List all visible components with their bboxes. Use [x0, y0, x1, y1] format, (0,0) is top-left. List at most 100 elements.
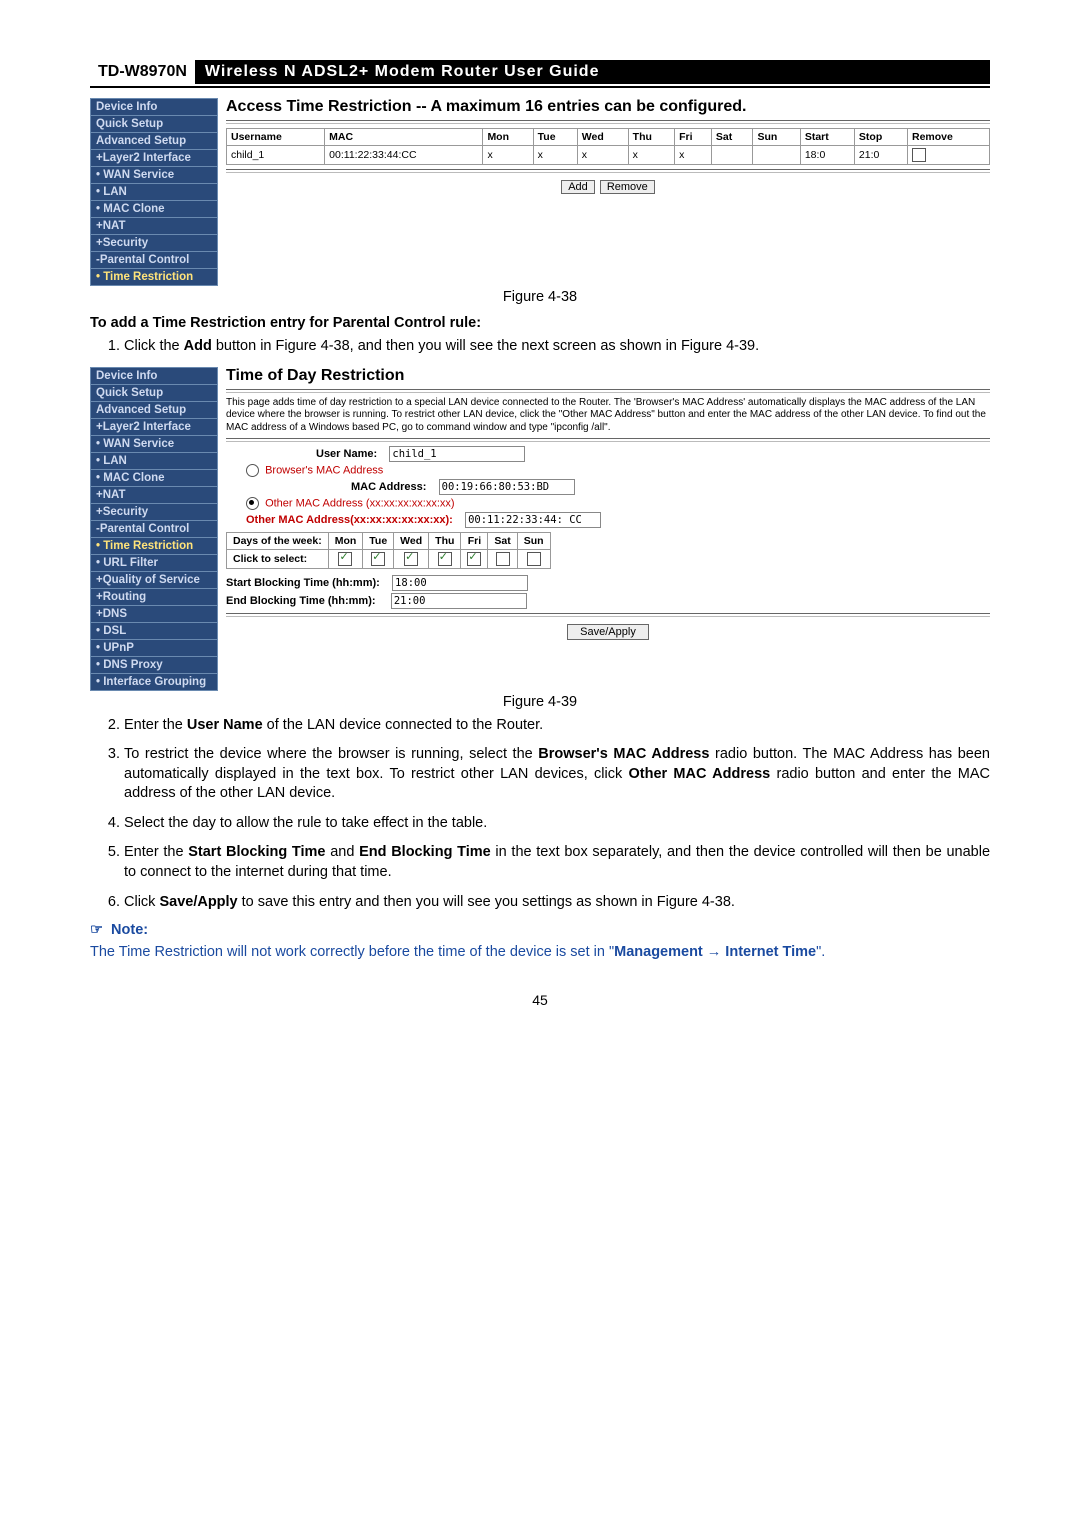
cell: 00:11:22:33:44:CC: [325, 146, 483, 165]
pointing-hand-icon: ☞: [90, 922, 103, 938]
figure-4-38: Device Info Quick Setup Advanced Setup +…: [90, 98, 990, 305]
th: Sat: [711, 129, 753, 146]
th: Stop: [854, 129, 907, 146]
sidebar-item[interactable]: +Layer2 Interface: [91, 418, 218, 435]
day-header: Mon: [328, 533, 363, 550]
start-time-label: Start Blocking Time (hh:mm):: [226, 577, 380, 589]
day-mon-checkbox[interactable]: [338, 552, 352, 566]
sidebar-item[interactable]: • UPnP: [91, 639, 218, 656]
end-time-input[interactable]: [391, 593, 527, 609]
th: Thu: [628, 129, 674, 146]
sidebar-item[interactable]: +NAT: [91, 486, 218, 503]
day-header: Fri: [461, 533, 488, 550]
other-mac-label: Other MAC Address(xx:xx:xx:xx:xx:xx):: [246, 514, 453, 526]
sidebar-item[interactable]: +Security: [91, 235, 218, 252]
caption-fig38: Figure 4-38: [90, 289, 990, 305]
sidebar-item[interactable]: +Security: [91, 503, 218, 520]
remove-checkbox[interactable]: [912, 148, 926, 162]
sidebar-item[interactable]: +DNS: [91, 605, 218, 622]
day-sat-checkbox[interactable]: [496, 552, 510, 566]
sidebar-item-active[interactable]: • Time Restriction: [91, 269, 218, 286]
days-label: Days of the week:: [227, 533, 329, 550]
step-6: Click Save/Apply to save this entry and …: [124, 893, 990, 913]
username-input[interactable]: [389, 446, 525, 462]
day-header: Thu: [429, 533, 461, 550]
th: Sun: [753, 129, 800, 146]
sidebar-item[interactable]: Device Info: [91, 99, 218, 116]
caption-fig39: Figure 4-39: [90, 694, 990, 710]
step-5: Enter the Start Blocking Time and End Bl…: [124, 843, 990, 882]
sidebar-item[interactable]: Quick Setup: [91, 384, 218, 401]
remove-button[interactable]: Remove: [600, 180, 655, 194]
sidebar-item[interactable]: Quick Setup: [91, 116, 218, 133]
sidebar-item[interactable]: • DSL: [91, 622, 218, 639]
th: Tue: [533, 129, 577, 146]
other-mac-radio[interactable]: [246, 497, 259, 510]
other-mac-option: Other MAC Address (xx:xx:xx:xx:xx:xx): [265, 497, 454, 509]
th: MAC: [325, 129, 483, 146]
day-sun-checkbox[interactable]: [527, 552, 541, 566]
day-fri-checkbox[interactable]: [467, 552, 481, 566]
sidebar-item[interactable]: • WAN Service: [91, 435, 218, 452]
sidebar-item[interactable]: • WAN Service: [91, 167, 218, 184]
cell: x: [577, 146, 628, 165]
sidebar-item[interactable]: • LAN: [91, 184, 218, 201]
cell: x: [628, 146, 674, 165]
other-mac-input[interactable]: [465, 512, 601, 528]
cell: child_1: [227, 146, 325, 165]
mac-address-input[interactable]: [439, 479, 575, 495]
sidebar-item[interactable]: +NAT: [91, 218, 218, 235]
sidebar-item[interactable]: -Parental Control: [91, 520, 218, 537]
sidebar-item[interactable]: • LAN: [91, 452, 218, 469]
cell: 18:0: [800, 146, 854, 165]
doc-header: TD-W8970N Wireless N ADSL2+ Modem Router…: [90, 60, 990, 88]
cell: x: [483, 146, 533, 165]
day-header: Tue: [363, 533, 394, 550]
th: Username: [227, 129, 325, 146]
day-header: Sun: [517, 533, 550, 550]
sidebar-item[interactable]: • MAC Clone: [91, 201, 218, 218]
sidebar-item[interactable]: +Layer2 Interface: [91, 150, 218, 167]
browser-mac-radio[interactable]: [246, 464, 259, 477]
cell: [711, 146, 753, 165]
sidebar-item[interactable]: Device Info: [91, 367, 218, 384]
figure-4-39: Device Info Quick Setup Advanced Setup +…: [90, 367, 990, 710]
day-wed-checkbox[interactable]: [404, 552, 418, 566]
cell: 21:0: [854, 146, 907, 165]
cell: x: [533, 146, 577, 165]
day-thu-checkbox[interactable]: [438, 552, 452, 566]
panel-title-fig39: Time of Day Restriction: [226, 367, 990, 385]
mac-address-label: MAC Address:: [351, 481, 426, 493]
add-button[interactable]: Add: [561, 180, 595, 194]
cell-remove: [908, 146, 990, 165]
sidebar-item[interactable]: • DNS Proxy: [91, 656, 218, 673]
day-tue-checkbox[interactable]: [371, 552, 385, 566]
model-label: TD-W8970N: [90, 60, 195, 84]
table-row: child_1 00:11:22:33:44:CC x x x x x 18:0…: [227, 146, 990, 165]
th: Remove: [908, 129, 990, 146]
th: Fri: [675, 129, 712, 146]
cell: x: [675, 146, 712, 165]
sidebar-item-active[interactable]: • Time Restriction: [91, 537, 218, 554]
end-time-label: End Blocking Time (hh:mm):: [226, 595, 376, 607]
click-select-label: Click to select:: [227, 550, 329, 569]
panel-title-fig38: Access Time Restriction -- A maximum 16 …: [226, 98, 990, 116]
intro-text: This page adds time of day restriction t…: [226, 397, 990, 435]
sidebar-item[interactable]: • MAC Clone: [91, 469, 218, 486]
sidebar-item[interactable]: • Interface Grouping: [91, 673, 218, 690]
subheading-add-restriction: To add a Time Restriction entry for Pare…: [90, 315, 990, 331]
th: Start: [800, 129, 854, 146]
sidebar-item[interactable]: Advanced Setup: [91, 401, 218, 418]
sidebar-item[interactable]: +Quality of Service: [91, 571, 218, 588]
step-2: Enter the User Name of the LAN device co…: [124, 716, 990, 736]
start-time-input[interactable]: [392, 575, 528, 591]
browser-mac-label: Browser's MAC Address: [265, 464, 383, 476]
sidebar-item[interactable]: Advanced Setup: [91, 133, 218, 150]
save-apply-button[interactable]: Save/Apply: [567, 624, 649, 640]
sidebar-fig38: Device Info Quick Setup Advanced Setup +…: [90, 98, 218, 286]
day-header: Sat: [488, 533, 517, 550]
sidebar-item[interactable]: -Parental Control: [91, 252, 218, 269]
step-4: Select the day to allow the rule to take…: [124, 814, 990, 834]
sidebar-item[interactable]: +Routing: [91, 588, 218, 605]
sidebar-item[interactable]: • URL Filter: [91, 554, 218, 571]
